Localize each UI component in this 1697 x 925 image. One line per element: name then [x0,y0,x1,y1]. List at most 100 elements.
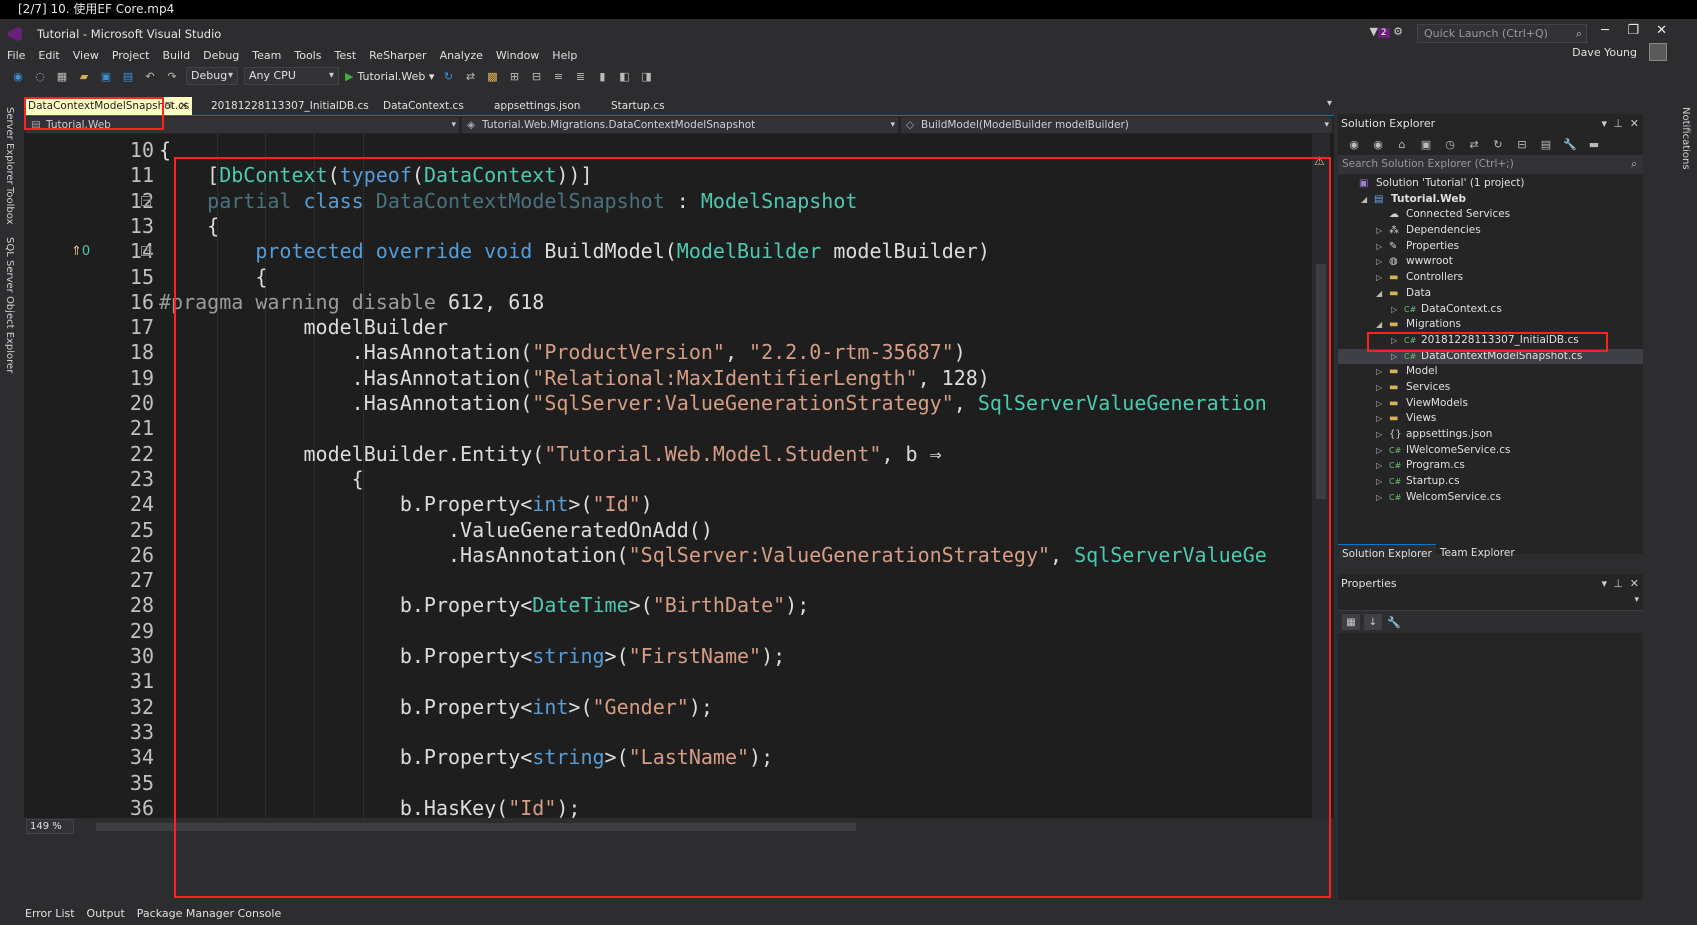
project-nav-dropdown[interactable]: ▤ Tutorial.Web ▾ [26,117,459,133]
back-icon[interactable]: ◉ [1346,137,1362,151]
tab-startup[interactable]: Startup.cs [611,97,665,115]
expand-arrow-icon[interactable]: ▷ [1376,254,1382,270]
tab-datacontextmodelsnapshot[interactable]: DataContextModelSnapshot.cs ⊟ ✕ [24,97,192,115]
properties-icon[interactable]: 🔧 [1562,137,1578,151]
tree-item[interactable]: ▷ ⁂ Dependencies [1338,223,1643,239]
categorized-icon[interactable]: ▦ [1342,614,1360,630]
solution-platform-select[interactable]: Any CPU [244,67,339,85]
expanded-arrow-icon[interactable]: ◢ [1361,192,1367,208]
notifications-tab[interactable]: Notifications [1680,107,1691,170]
menu-item-project[interactable]: Project [112,49,150,62]
sync-icon[interactable]: ⇄ [1466,137,1482,151]
tab-team-explorer[interactable]: Team Explorer [1436,544,1519,562]
forward-icon[interactable]: ◉ [1370,137,1386,151]
expand-arrow-icon[interactable]: ▷ [1376,411,1382,427]
expand-arrow-icon[interactable]: ▷ [1376,380,1382,396]
save-all-icon[interactable]: ▤ [120,69,136,83]
expand-arrow-icon[interactable]: ▷ [1376,427,1382,443]
back-icon[interactable]: ◉ [10,69,26,83]
expand-arrow-icon[interactable]: ▷ [1376,223,1382,239]
output-tab[interactable]: Output [87,907,125,920]
expand-arrow-icon[interactable]: ▷ [1376,443,1382,459]
tree-item[interactable]: ▷ C# Startup.cs [1338,474,1643,490]
solution-configuration-select[interactable]: Debug [186,67,238,85]
properties-object-select[interactable]: ▾ [1338,593,1643,611]
expand-arrow-icon[interactable]: ▷ [1376,490,1382,506]
minimize-button[interactable]: ─ [1601,23,1609,38]
quick-launch-input[interactable]: Quick Launch (Ctrl+Q) ⌕ [1417,24,1587,43]
expand-arrow-icon[interactable]: ▷ [1376,396,1382,412]
tree-item[interactable]: ▷ ▬ Views [1338,411,1643,427]
expand-arrow-icon[interactable]: ▷ [1376,239,1382,255]
expand-arrow-icon[interactable]: ▷ [1391,333,1397,349]
refresh-icon[interactable]: ↻ [1490,137,1506,151]
error-list-tab[interactable]: Error List [25,907,75,920]
menu-item-build[interactable]: Build [162,49,190,62]
menu-item-test[interactable]: Test [334,49,356,62]
switch-views-icon[interactable]: ▣ [1418,137,1434,151]
server-explorer-tab[interactable]: Server Explorer [4,107,15,185]
tree-item[interactable]: ☁ Connected Services [1338,207,1643,223]
solution-config-icon[interactable]: ⊞ [506,69,522,83]
sql-server-object-explorer-tab[interactable]: SQL Server Object Explorer [4,237,15,373]
menu-item-help[interactable]: Help [552,49,577,62]
find-in-files-icon[interactable]: ▩ [484,69,500,83]
member-nav-dropdown[interactable]: ◇ BuildModel(ModelBuilder modelBuilder) ▾ [901,117,1332,133]
show-all-files-icon[interactable]: ▤ [1538,137,1554,151]
save-icon[interactable]: ▣ [98,69,114,83]
expand-arrow-icon[interactable]: ▷ [1376,474,1382,490]
tree-item[interactable]: ▣ Solution 'Tutorial' (1 project) [1338,176,1643,192]
scrollbar-thumb[interactable] [1316,264,1326,499]
menu-item-resharper[interactable]: ReSharper [369,49,426,62]
expand-arrow-icon[interactable]: ▷ [1391,302,1397,318]
preview-icon[interactable]: ▬ [1586,137,1602,151]
menu-item-debug[interactable]: Debug [203,49,239,62]
collapse-all-icon[interactable]: ⊟ [1514,137,1530,151]
expanded-arrow-icon[interactable]: ◢ [1376,317,1382,333]
tree-item[interactable]: ▷ ▬ Model [1338,364,1643,380]
feedback-filter-icon[interactable]: ▼ 2 ⚙ [1369,25,1403,38]
expand-arrow-icon[interactable]: ▷ [1376,270,1382,286]
expand-arrow-icon[interactable]: ▷ [1391,349,1397,365]
tree-item[interactable]: ▷ C# Program.cs [1338,458,1643,474]
tree-item[interactable]: ▷ ▬ Services [1338,380,1643,396]
uncomment-icon[interactable]: ≣ [572,69,588,83]
property-pages-icon[interactable]: 🔧 [1386,615,1402,629]
tree-item[interactable]: ▷ C# DataContextModelSnapshot.cs [1338,348,1643,365]
chevron-down-icon[interactable]: ▾ [1601,574,1607,593]
tree-item[interactable]: ▷ ▬ Controllers [1338,270,1643,286]
menu-item-file[interactable]: File [7,49,25,62]
tab-solution-explorer[interactable]: Solution Explorer [1338,544,1436,562]
tree-item[interactable]: ◢ ▬ Data [1338,286,1643,302]
tab-initialdb[interactable]: 20181228113307_InitialDB.cs [211,97,369,115]
menu-item-tools[interactable]: Tools [294,49,321,62]
tree-item[interactable]: ▷ ✎ Properties [1338,239,1643,255]
tree-item[interactable]: ◢ ▬ Migrations [1338,317,1643,333]
tree-item[interactable]: ▷ ◍ wwwroot [1338,254,1643,270]
tree-item[interactable]: ◢ ▤ Tutorial.Web [1338,192,1643,208]
collapse-region-icon[interactable]: − [141,246,151,257]
new-project-icon[interactable]: ▦ [54,69,70,83]
zoom-select[interactable]: 149 % [26,819,74,834]
tree-item[interactable]: ▷ C# 20181228113307_InitialDB.cs [1338,333,1643,349]
tree-item[interactable]: ▷ C# IWelcomeService.cs [1338,443,1643,459]
close-window-button[interactable]: ✕ [1656,23,1667,38]
restore-button[interactable]: ❐ [1627,23,1639,38]
bookmark-icon[interactable]: ▮ [594,69,610,83]
vertical-scrollbar[interactable]: ⚠ [1312,134,1330,818]
menu-item-edit[interactable]: Edit [38,49,59,62]
open-file-icon[interactable]: ▰ [76,69,92,83]
start-debugging-button[interactable]: ▶ Tutorial.Web ▾ [345,70,434,83]
expand-arrow-icon[interactable]: ▷ [1376,364,1382,380]
pin-icon[interactable]: ⊥ [1613,114,1623,133]
home-icon[interactable]: ⌂ [1394,137,1410,151]
pending-changes-icon[interactable]: ◷ [1442,137,1458,151]
browser-link-icon[interactable]: ⇄ [462,69,478,83]
toggle-icon[interactable]: ⊟ [528,69,544,83]
tab-appsettings[interactable]: appsettings.json [494,97,580,115]
menu-item-analyze[interactable]: Analyze [440,49,483,62]
refresh-icon[interactable]: ↻ [440,69,456,83]
horizontal-scrollbar[interactable] [96,823,856,831]
pin-icon[interactable]: ⊟ [164,97,172,115]
comment-icon[interactable]: ≡ [550,69,566,83]
